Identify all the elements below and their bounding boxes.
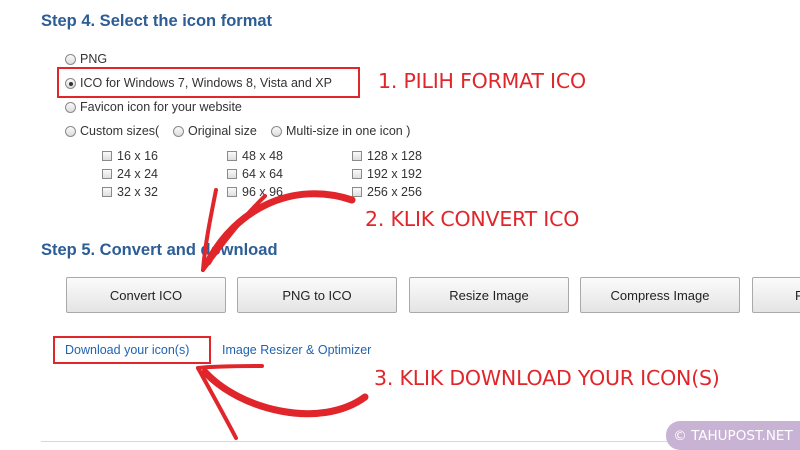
option-custom[interactable]: Custom sizes( xyxy=(65,123,159,139)
checkbox-icon[interactable] xyxy=(102,151,112,161)
option-png-label: PNG xyxy=(80,52,108,66)
step4-heading: Step 4. Select the icon format xyxy=(41,12,273,30)
size-checkbox[interactable]: 96 x 96 xyxy=(227,184,283,200)
watermark: © TAHUPOST.NET xyxy=(666,421,800,450)
checkbox-icon[interactable] xyxy=(352,151,362,161)
size-label: 96 x 96 xyxy=(242,185,284,199)
arrow-to-download-head-top xyxy=(196,364,264,370)
size-label: 48 x 48 xyxy=(242,149,284,163)
size-label: 32 x 32 xyxy=(117,185,159,199)
size-label: 24 x 24 xyxy=(117,167,159,181)
size-label: 128 x 128 xyxy=(367,149,422,163)
annotation-step-1: 1. PILIH FORMAT ICO xyxy=(378,69,586,93)
highlight-box-format xyxy=(57,67,360,98)
checkbox-icon[interactable] xyxy=(227,151,237,161)
step5-heading: Step 5. Convert and download xyxy=(41,241,278,259)
resize-image-button[interactable]: Resize Image xyxy=(409,277,569,313)
checkbox-icon[interactable] xyxy=(352,169,362,179)
radio-icon[interactable] xyxy=(173,126,184,137)
arrow-to-download-head-bottom xyxy=(196,366,238,440)
size-checkbox[interactable]: 32 x 32 xyxy=(102,184,158,200)
size-label: 16 x 16 xyxy=(117,149,159,163)
option-custom-label: Custom sizes( xyxy=(80,124,160,138)
size-checkbox[interactable]: 192 x 192 xyxy=(352,166,422,182)
checkbox-icon[interactable] xyxy=(352,187,362,197)
checkbox-icon[interactable] xyxy=(227,169,237,179)
radio-icon[interactable] xyxy=(65,54,76,65)
partial-button[interactable]: P xyxy=(752,277,800,313)
radio-icon[interactable] xyxy=(65,126,76,137)
checkbox-icon[interactable] xyxy=(102,169,112,179)
annotation-step-2: 2. KLIK CONVERT ICO xyxy=(365,207,580,231)
annotation-step-3: 3. KLIK DOWNLOAD YOUR ICON(S) xyxy=(374,366,720,390)
option-original-label: Original size xyxy=(188,124,257,138)
png-to-ico-button[interactable]: PNG to ICO xyxy=(237,277,397,313)
option-favicon[interactable]: Favicon icon for your website xyxy=(65,99,242,115)
size-label: 192 x 192 xyxy=(367,167,422,181)
size-label: 256 x 256 xyxy=(367,185,422,199)
size-checkbox[interactable]: 128 x 128 xyxy=(352,148,422,164)
checkbox-icon[interactable] xyxy=(102,187,112,197)
size-checkbox[interactable]: 16 x 16 xyxy=(102,148,158,164)
size-label: 64 x 64 xyxy=(242,167,284,181)
option-original-size[interactable]: Original size xyxy=(173,123,257,139)
convert-ico-button[interactable]: Convert ICO xyxy=(66,277,226,313)
option-multi-size[interactable]: Multi-size in one icon ) xyxy=(271,123,410,139)
compress-image-button[interactable]: Compress Image xyxy=(580,277,740,313)
option-png[interactable]: PNG xyxy=(65,51,107,67)
radio-icon[interactable] xyxy=(65,102,76,113)
download-icons-link[interactable]: Download your icon(s) xyxy=(65,343,189,357)
image-resizer-link[interactable]: Image Resizer & Optimizer xyxy=(222,343,371,357)
arrow-to-download-curve xyxy=(201,368,369,418)
radio-icon[interactable] xyxy=(271,126,282,137)
option-multi-label: Multi-size in one icon ) xyxy=(286,124,411,138)
size-checkbox[interactable]: 256 x 256 xyxy=(352,184,422,200)
size-checkbox[interactable]: 24 x 24 xyxy=(102,166,158,182)
size-checkbox[interactable]: 64 x 64 xyxy=(227,166,283,182)
size-checkbox[interactable]: 48 x 48 xyxy=(227,148,283,164)
checkbox-icon[interactable] xyxy=(227,187,237,197)
option-favicon-label: Favicon icon for your website xyxy=(80,100,242,114)
